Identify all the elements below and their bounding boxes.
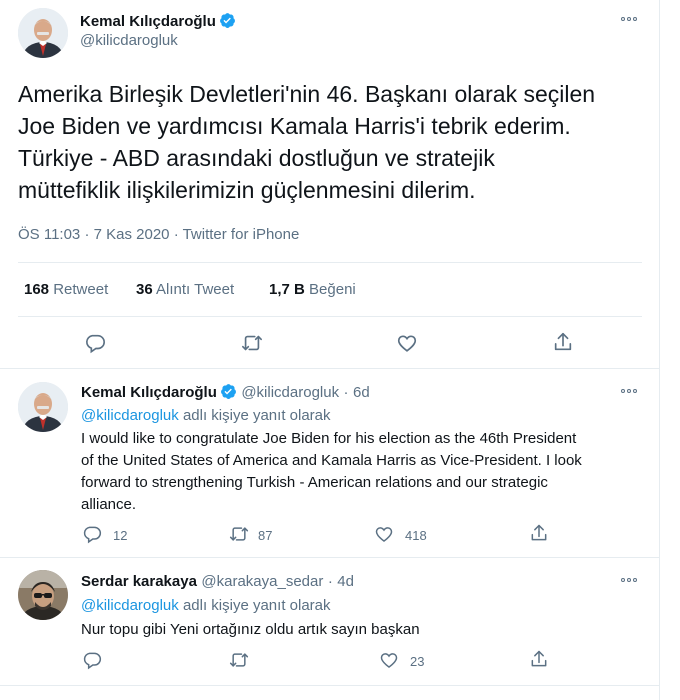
quotes-label: Alıntı Tweet	[156, 281, 235, 298]
likes-stat[interactable]: 1,7 B Beğeni	[269, 281, 356, 298]
share-icon[interactable]	[529, 523, 549, 543]
reply-age[interactable]: 6d	[353, 384, 370, 401]
tweet-text: Amerika Birleşik Devletleri'nin 46. Başk…	[18, 78, 595, 206]
reply-count: 12	[113, 528, 128, 543]
share-icon[interactable]	[529, 649, 549, 669]
separator: ·	[173, 226, 179, 243]
separator: ·	[343, 384, 349, 401]
like-icon[interactable]	[379, 650, 399, 670]
divider	[0, 685, 659, 686]
retweets-label: Retweet	[53, 281, 109, 298]
more-options-icon[interactable]	[621, 387, 641, 395]
quotes-stat[interactable]: 36 Alıntı Tweet	[136, 281, 234, 298]
likes-count: 1,7 B	[269, 281, 305, 298]
retweet-icon[interactable]	[228, 650, 250, 670]
retweets-stat[interactable]: 168 Retweet	[24, 281, 108, 298]
tweet-text-line: Türkiye - ABD arasındaki dostluğun ve st…	[18, 145, 495, 171]
retweet-icon[interactable]	[228, 524, 250, 544]
column-border	[659, 0, 660, 700]
reply-text-line: Nur topu gibi Yeni ortağınız oldu artık …	[81, 621, 420, 638]
retweet-icon[interactable]	[240, 332, 264, 354]
replying-to-handle[interactable]: @kilicdarogluk	[81, 597, 179, 614]
author-name[interactable]: Kemal Kılıçdaroğlu	[80, 13, 216, 30]
tweet-text-line: müttefiklik ilişkilerimizin güçlenmesini…	[18, 177, 476, 203]
share-icon[interactable]	[552, 331, 574, 353]
verified-badge-icon	[219, 13, 235, 28]
retweet-count: 87	[258, 528, 273, 543]
replying-to: @kilicdarogluk adlı kişiye yanıt olarak	[81, 595, 331, 617]
author-handle[interactable]: @kilicdarogluk	[241, 384, 339, 401]
like-icon[interactable]	[374, 524, 394, 544]
reply-text: Nur topu gibi Yeni ortağınız oldu artık …	[81, 619, 420, 641]
like-count: 23	[410, 654, 425, 669]
tweet-date[interactable]: 7 Kas 2020	[94, 226, 170, 243]
reply-icon[interactable]	[82, 650, 102, 670]
verified-badge-icon	[220, 384, 236, 399]
reply-header: Kemal Kılıçdaroğlu @kilicdarogluk · 6d	[81, 383, 370, 402]
reply-age[interactable]: 4d	[337, 573, 354, 590]
quotes-count: 36	[136, 281, 153, 298]
author-name[interactable]: Kemal Kılıçdaroğlu	[81, 384, 217, 401]
reply-icon[interactable]	[82, 524, 102, 544]
author-name-row[interactable]: Kemal Kılıçdaroğlu	[80, 12, 236, 30]
divider	[18, 316, 642, 317]
reply-text-line: I would like to congratulate Joe Biden f…	[81, 430, 577, 447]
tweet-meta: ÖS 11:03 · 7 Kas 2020 · Twitter for iPho…	[18, 226, 299, 243]
avatar[interactable]	[18, 570, 68, 620]
tweet-text-line: Amerika Birleşik Devletleri'nin 46. Başk…	[18, 81, 596, 107]
replying-to-suffix: adlı kişiye yanıt olarak	[182, 597, 331, 614]
separator: ·	[84, 226, 90, 243]
avatar[interactable]	[18, 8, 68, 58]
retweets-count: 168	[24, 281, 50, 298]
author-name[interactable]: Serdar karakaya	[81, 573, 197, 590]
tweet-source[interactable]: Twitter for iPhone	[183, 226, 300, 243]
reply-text-line: alliance.	[81, 496, 137, 513]
more-options-icon[interactable]	[621, 15, 641, 23]
tweet-time[interactable]: ÖS 11:03	[18, 226, 80, 243]
author-handle[interactable]: @karakaya_sedar	[201, 573, 323, 590]
replying-to-suffix: adlı kişiye yanıt olarak	[182, 407, 331, 424]
like-icon[interactable]	[396, 332, 418, 354]
divider	[0, 368, 659, 369]
avatar[interactable]	[18, 382, 68, 432]
reply-icon[interactable]	[84, 332, 106, 354]
reply-header: Serdar karakaya @karakaya_sedar · 4d	[81, 573, 354, 591]
separator: ·	[327, 573, 333, 590]
reply-text-line: forward to strengthening Turkish - Ameri…	[81, 474, 548, 491]
author-handle[interactable]: @kilicdarogluk	[80, 32, 178, 49]
likes-label: Beğeni	[309, 281, 356, 298]
replying-to: @kilicdarogluk adlı kişiye yanıt olarak	[81, 405, 331, 427]
divider	[0, 557, 659, 558]
divider	[18, 262, 642, 263]
reply-text: I would like to congratulate Joe Biden f…	[81, 428, 582, 516]
like-count: 418	[405, 528, 427, 543]
more-options-icon[interactable]	[621, 576, 641, 584]
tweet-text-line: Joe Biden ve yardımcısı Kamala Harris'i …	[18, 113, 571, 139]
reply-text-line: of the United States of America and Kama…	[81, 452, 582, 469]
replying-to-handle[interactable]: @kilicdarogluk	[81, 407, 179, 424]
